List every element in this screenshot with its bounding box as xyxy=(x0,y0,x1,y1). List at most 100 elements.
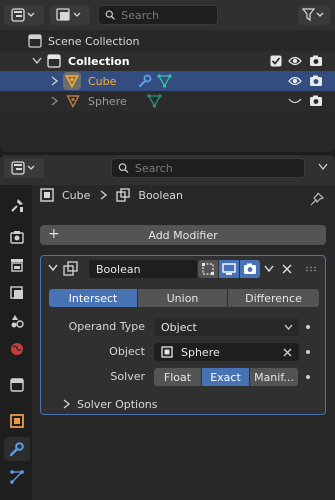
solver-option-label: Float xyxy=(163,370,192,384)
world-icon xyxy=(11,343,23,355)
breadcrumb-modifier: Boolean xyxy=(138,188,183,202)
solver-option-label: Manif... xyxy=(254,370,294,384)
solver-options-subpanel[interactable]: Solver Options xyxy=(41,394,325,414)
checkbox-checked-icon[interactable] xyxy=(270,55,282,67)
tab-tool[interactable] xyxy=(4,193,30,217)
options-chevron-icon[interactable] xyxy=(318,163,328,171)
operation-label: Union xyxy=(166,291,199,305)
render-camera-icon[interactable] xyxy=(309,95,323,107)
properties-search-input[interactable] xyxy=(134,161,304,175)
animate-property-dot[interactable] xyxy=(306,375,310,379)
tool-icon xyxy=(11,199,23,212)
chevron-down-icon[interactable] xyxy=(32,57,42,65)
animate-property-dot[interactable] xyxy=(306,325,310,329)
chevron-down-icon[interactable] xyxy=(48,264,58,272)
operation-label: Difference xyxy=(245,291,302,305)
properties-editor-icon xyxy=(11,161,35,175)
properties-header xyxy=(0,155,335,185)
wrench-icon xyxy=(9,442,24,457)
solver-manifold[interactable]: Manif... xyxy=(250,368,298,386)
tab-output[interactable] xyxy=(4,253,30,277)
operand-type-dropdown[interactable]: Object xyxy=(154,318,299,336)
tab-object[interactable] xyxy=(4,409,30,433)
monitor-icon xyxy=(222,263,236,275)
outliner-row-scene-collection[interactable]: Scene Collection xyxy=(0,31,335,51)
outliner-search[interactable] xyxy=(98,5,218,25)
eye-closed-icon[interactable] xyxy=(288,96,302,106)
search-icon xyxy=(118,163,129,173)
chevron-right-icon[interactable] xyxy=(51,76,59,86)
mesh-object-icon xyxy=(65,75,79,88)
tab-modifiers[interactable] xyxy=(4,437,30,461)
close-icon[interactable] xyxy=(283,348,292,357)
outliner-editor-icon xyxy=(11,8,35,22)
editor-type-button[interactable] xyxy=(4,158,44,178)
mesh-data-icon[interactable] xyxy=(147,94,162,108)
outliner-item-label: Collection xyxy=(68,54,130,68)
filter-icon xyxy=(302,8,324,22)
modifier-name: Boolean xyxy=(96,262,141,276)
output-icon xyxy=(11,259,23,272)
tab-render[interactable] xyxy=(4,225,30,249)
display-mode-button[interactable] xyxy=(50,5,90,25)
outliner-item-label: Scene Collection xyxy=(48,34,140,48)
plus-icon: + xyxy=(48,226,60,242)
scene-icon xyxy=(11,315,24,328)
object-label: Object xyxy=(109,345,145,358)
render-camera-icon xyxy=(244,263,256,274)
edit-mode-toggle[interactable] xyxy=(198,260,218,278)
tab-collection[interactable] xyxy=(4,373,30,397)
pin-icon[interactable] xyxy=(310,192,324,206)
outliner-editor: Scene Collection Collection xyxy=(0,0,335,152)
object-icon xyxy=(161,346,173,358)
solver-options-label: Solver Options xyxy=(77,397,158,411)
object-value: Sphere xyxy=(181,345,220,359)
chevron-down-icon[interactable] xyxy=(264,265,274,273)
outliner-row-sphere[interactable]: Sphere xyxy=(0,91,335,111)
filter-button[interactable] xyxy=(298,5,330,25)
operation-union[interactable]: Union xyxy=(138,289,227,307)
object-icon xyxy=(10,414,24,428)
solver-option-label: Exact xyxy=(210,370,241,384)
wrench-icon[interactable] xyxy=(138,74,152,88)
operation-intersect[interactable]: Intersect xyxy=(49,289,137,307)
object-picker-field[interactable]: Sphere xyxy=(154,343,299,361)
collection-icon xyxy=(10,378,24,392)
tab-scene[interactable] xyxy=(4,309,30,333)
tab-view-layer[interactable] xyxy=(4,281,30,305)
eye-icon[interactable] xyxy=(288,75,302,87)
boolean-modifier-icon xyxy=(63,261,78,276)
editor-type-button[interactable] xyxy=(4,5,44,25)
render-camera-icon[interactable] xyxy=(309,75,323,87)
breadcrumb-object: Cube xyxy=(62,188,91,202)
mesh-data-icon[interactable] xyxy=(157,74,172,88)
scene-collection-icon xyxy=(28,34,42,48)
outliner-item-label: Sphere xyxy=(88,94,127,108)
search-icon xyxy=(105,10,115,20)
render-toggle[interactable] xyxy=(240,260,260,278)
outliner-row-cube[interactable]: Cube xyxy=(0,71,335,91)
view-layer-icon xyxy=(10,286,23,299)
drag-handle-icon[interactable] xyxy=(305,266,319,272)
modifier-name-field[interactable]: Boolean xyxy=(89,260,197,278)
properties-search[interactable] xyxy=(111,158,305,178)
outliner-item-label: Cube xyxy=(88,74,117,88)
add-modifier-button[interactable]: + Add Modifier xyxy=(40,225,326,245)
close-icon[interactable] xyxy=(282,264,292,274)
properties-editor: Cube Boolean + Add Modifier Boolean xyxy=(0,155,335,500)
viewport-display-toggle[interactable] xyxy=(219,260,239,278)
add-modifier-label: Add Modifier xyxy=(148,228,218,242)
outliner-row-collection[interactable]: Collection xyxy=(0,51,335,71)
solver-exact[interactable]: Exact xyxy=(202,368,249,386)
tab-world[interactable] xyxy=(4,337,30,361)
chevron-right-icon xyxy=(100,190,108,200)
chevron-right-icon[interactable] xyxy=(51,96,59,106)
solver-float[interactable]: Float xyxy=(154,368,201,386)
animate-property-dot[interactable] xyxy=(306,350,310,354)
operation-difference[interactable]: Difference xyxy=(228,289,319,307)
tab-object-data[interactable] xyxy=(4,465,30,489)
eye-icon[interactable] xyxy=(288,55,302,67)
render-camera-icon[interactable] xyxy=(309,55,323,67)
outliner-search-input[interactable] xyxy=(121,8,217,22)
operand-type-value: Object xyxy=(161,320,197,334)
